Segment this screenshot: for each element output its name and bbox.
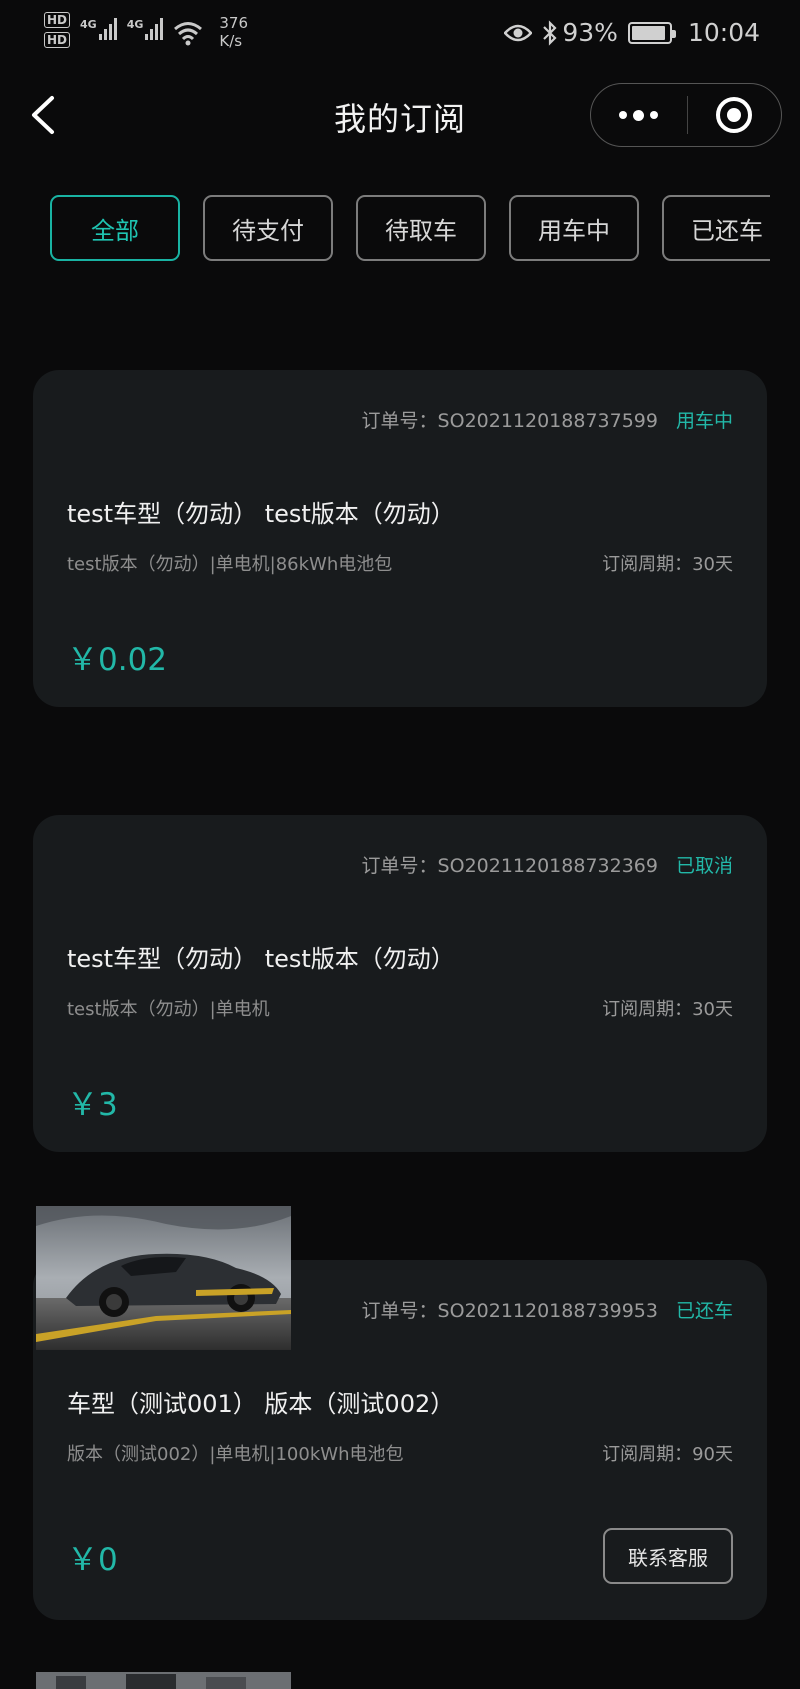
speed-unit: K/s [219, 32, 243, 50]
mini-program-capsule [590, 83, 782, 147]
subscription-period: 订阅周期：90天 [602, 1444, 733, 1465]
network-type-label: 4G [80, 18, 97, 31]
car-name: 车型（测试001） 版本（测试002） [67, 1390, 455, 1418]
car-name: test车型（勿动） test版本（勿动） [67, 945, 455, 973]
battery-level [631, 25, 666, 40]
order-price: ￥3 [67, 1087, 118, 1123]
tab-in-use[interactable]: 用车中 [509, 195, 639, 261]
status-left: HD HD 4G 4G 376 K/s [44, 12, 248, 50]
speed-value: 376 [219, 14, 249, 32]
car-spec: 版本（测试002）|单电机|100kWh电池包 [67, 1444, 404, 1465]
order-card[interactable]: 订单号：SO2021120188737599 用车中 test车型（勿动） te… [33, 370, 767, 707]
tab-pending-payment[interactable]: 待支付 [203, 195, 333, 261]
order-header: 订单号：SO2021120188737599 用车中 [362, 406, 733, 433]
bluetooth-icon [543, 19, 557, 46]
car-image [36, 1672, 291, 1689]
hd-indicators: HD HD [44, 12, 71, 48]
signal-1: 4G [80, 18, 117, 40]
car-image [36, 1206, 291, 1350]
order-status: 已取消 [675, 855, 733, 877]
tab-returned[interactable]: 已还车 [662, 195, 770, 261]
close-mini-program-button[interactable] [688, 84, 782, 146]
order-number: 订单号：SO2021120188732369 [361, 855, 658, 877]
order-price: ￥0.02 [67, 642, 168, 678]
battery-percent: 93% [562, 18, 618, 47]
hd-icon: HD [44, 32, 71, 48]
subscription-period: 订阅周期：30天 [602, 999, 733, 1020]
network-type-label: 4G [126, 18, 144, 31]
order-card[interactable]: 订单号：SO2021120188732369 已取消 test车型（勿动） te… [33, 815, 767, 1152]
status-bar: HD HD 4G 4G 376 K/s 93% 10:04 [0, 0, 800, 70]
order-status: 已还车 [675, 1300, 733, 1322]
order-number: 订单号：SO2021120188737599 [361, 410, 658, 432]
subscription-period: 订阅周期：30天 [602, 554, 733, 575]
network-speed: 376 K/s [219, 14, 248, 50]
tab-all[interactable]: 全部 [50, 195, 180, 261]
car-name: test车型（勿动） test版本（勿动） [67, 500, 455, 528]
eye-icon [504, 24, 533, 41]
contact-support-button[interactable]: 联系客服 [603, 1528, 733, 1584]
target-circle-icon [716, 97, 753, 133]
order-number: 订单号：SO2021120188739953 [361, 1300, 658, 1322]
more-dots-icon [619, 111, 628, 119]
order-status: 用车中 [675, 410, 733, 432]
order-filter-tabs: 全部 待支付 待取车 用车中 已还车 [50, 195, 770, 263]
wifi-icon [174, 22, 203, 46]
more-dots-icon [650, 111, 659, 119]
order-header: 订单号：SO2021120188739953 已还车 [362, 1296, 733, 1323]
status-right: 93% 10:04 [504, 18, 760, 47]
clock: 10:04 [687, 18, 760, 47]
order-price: ￥0 [67, 1542, 118, 1578]
car-spec: test版本（勿动）|单电机 [67, 999, 270, 1020]
car-spec: test版本（勿动）|单电机|86kWh电池包 [67, 554, 393, 575]
nav-bar: 我的订阅 [0, 70, 800, 160]
signal-2: 4G [127, 18, 164, 40]
signal-bars-icon [98, 18, 117, 40]
more-dots-icon [633, 109, 645, 121]
tab-pending-pickup[interactable]: 待取车 [356, 195, 486, 261]
more-button[interactable] [591, 84, 687, 146]
hd-icon: HD [44, 12, 71, 28]
signal-bars-icon [145, 18, 164, 40]
order-header: 订单号：SO2021120188732369 已取消 [362, 851, 733, 878]
battery-icon [627, 21, 676, 44]
